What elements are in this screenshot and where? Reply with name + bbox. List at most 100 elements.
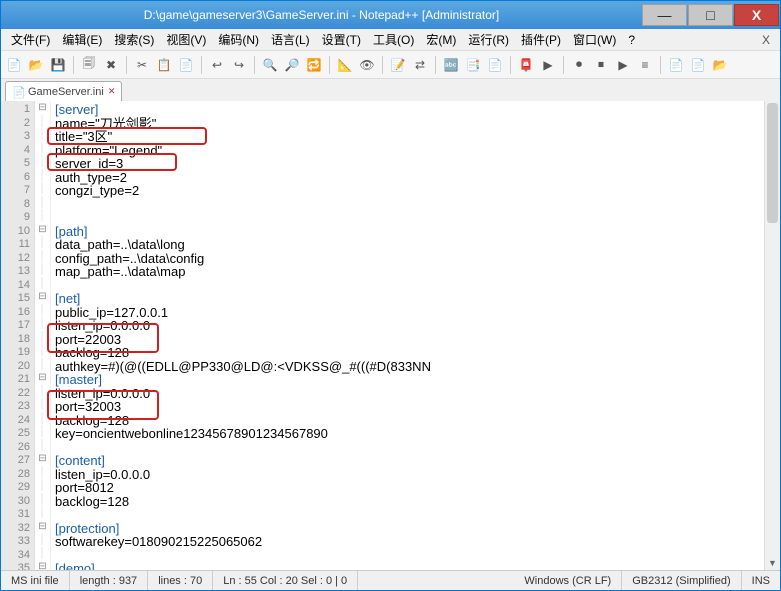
menu-window[interactable]: 窗口(W) [567,29,622,50]
code-line[interactable]: authkey=#)(@((EDLL@PP330@LD@:<VDKSS@_#((… [55,360,780,374]
scroll-thumb[interactable] [767,103,778,223]
toolbar-button-8[interactable]: ↩ [208,56,226,74]
code-line[interactable]: listen_ip=0.0.0.0 [55,468,780,482]
menu-plugins[interactable]: 插件(P) [515,29,567,50]
code-line[interactable]: listen_ip=0.0.0.0 [55,387,780,401]
code-line[interactable]: public_ip=127.0.0.1 [55,306,780,320]
menu-edit[interactable]: 编辑(E) [56,29,108,50]
menu-view[interactable]: 视图(V) [160,29,212,50]
toolbar-button-1[interactable]: 📂 [27,56,45,74]
code-line[interactable]: backlog=128 [55,495,780,509]
toolbar-button-16[interactable]: ⇄ [411,56,429,74]
menu-encoding[interactable]: 编码(N) [212,29,265,50]
code-line[interactable]: title="3区" [55,130,780,144]
editor-area[interactable]: 1234567891011121314151617181920212223242… [1,101,780,570]
code-line[interactable]: platform="Legend" [55,144,780,158]
toolbar-button-2[interactable]: 💾 [49,56,67,74]
code-line[interactable] [55,508,780,522]
fold-toggle-icon[interactable]: ⊟ [35,101,50,115]
code-line[interactable]: [master] [55,373,780,387]
toolbar-button-27[interactable]: 📄 [689,56,707,74]
fold-line: │ [35,385,50,399]
toolbar-button-0[interactable]: 📄 [5,56,23,74]
toolbar-button-6[interactable]: 📋 [155,56,173,74]
code-line[interactable]: map_path=..\data\map [55,265,780,279]
fold-toggle-icon[interactable]: ⊟ [35,290,50,304]
fold-line: │ [35,358,50,372]
tab-gameserver-ini[interactable]: 📄 GameServer.ini ✕ [5,81,122,101]
code-line[interactable] [55,279,780,293]
code-line[interactable]: congzi_type=2 [55,184,780,198]
code-line[interactable]: name="刀光剑影" [55,117,780,131]
fold-toggle-icon[interactable]: ⊟ [35,223,50,237]
code-line[interactable]: server_id=3 [55,157,780,171]
menu-help[interactable]: ? [622,31,641,49]
toolbar-button-28[interactable]: 📂 [711,56,729,74]
fold-line: │ [35,398,50,412]
code-line[interactable]: backlog=128 [55,346,780,360]
fold-toggle-icon[interactable]: ⊟ [35,452,50,466]
code-line[interactable]: [protection] [55,522,780,536]
scroll-down-icon[interactable]: ▼ [765,556,780,570]
toolbar-button-24[interactable]: ▶ [614,56,632,74]
toolbar-button-13[interactable]: 📐 [336,56,354,74]
minimize-button[interactable]: — [642,4,687,26]
code-line[interactable]: softwarekey=018090215225065062 [55,535,780,549]
toolbar-button-10[interactable]: 🔍 [261,56,279,74]
toolbar-button-23[interactable]: ⏹ [592,56,610,74]
fold-toggle-icon[interactable]: ⊟ [35,520,50,534]
code-line[interactable] [55,549,780,563]
toolbar-button-4[interactable]: ✖ [102,56,120,74]
code-line[interactable]: data_path=..\data\long [55,238,780,252]
code-line[interactable]: [content] [55,454,780,468]
code-line[interactable]: [server] [55,103,780,117]
toolbar-button-25[interactable]: ≡ [636,56,654,74]
toolbar-button-17[interactable]: 🔤 [442,56,460,74]
fold-toggle-icon[interactable]: ⊟ [35,371,50,385]
code-line[interactable]: config_path=..\data\config [55,252,780,266]
code-line[interactable]: auth_type=2 [55,171,780,185]
code-line[interactable]: port=32003 [55,400,780,414]
fold-line: │ [35,547,50,561]
menu-close-x[interactable]: X [756,31,776,49]
close-button[interactable]: X [734,4,779,26]
code-line[interactable] [55,198,780,212]
tab-close-icon[interactable]: ✕ [108,86,116,97]
toolbar-button-3[interactable]: 🗐 [80,56,98,74]
code-line[interactable]: [demo] [55,562,780,570]
toolbar-button-26[interactable]: 📄 [667,56,685,74]
menu-language[interactable]: 语言(L) [265,29,316,50]
menu-tools[interactable]: 工具(O) [367,29,420,50]
code-content[interactable]: [server]name="刀光剑影"title="3区"platform="L… [51,101,780,570]
menu-search[interactable]: 搜索(S) [108,29,160,50]
toolbar-button-5[interactable]: ✂ [133,56,151,74]
code-line[interactable]: backlog=128 [55,414,780,428]
maximize-button[interactable]: □ [688,4,733,26]
menu-run[interactable]: 运行(R) [462,29,515,50]
toolbar-separator [329,56,330,74]
toolbar-button-12[interactable]: 🔁 [305,56,323,74]
toolbar-button-9[interactable]: ↪ [230,56,248,74]
toolbar-button-22[interactable]: ⏺ [570,56,588,74]
menu-macro[interactable]: 宏(M) [420,29,462,50]
menu-file[interactable]: 文件(F) [5,29,56,50]
toolbar-button-19[interactable]: 📄 [486,56,504,74]
toolbar-button-20[interactable]: 📮 [517,56,535,74]
toolbar-button-11[interactable]: 🔎 [283,56,301,74]
fold-toggle-icon[interactable]: ⊟ [35,560,50,570]
toolbar-button-18[interactable]: 📑 [464,56,482,74]
toolbar-button-21[interactable]: ▶ [539,56,557,74]
menu-settings[interactable]: 设置(T) [316,29,367,50]
code-line[interactable]: port=8012 [55,481,780,495]
code-line[interactable]: key=oncientwebonline12345678901234567890 [55,427,780,441]
toolbar-button-14[interactable]: 👁 [358,56,376,74]
code-line[interactable]: listen_ip=0.0.0.0 [55,319,780,333]
code-line[interactable]: [net] [55,292,780,306]
toolbar-button-15[interactable]: 📝 [389,56,407,74]
code-line[interactable]: port=22003 [55,333,780,347]
vertical-scrollbar[interactable]: ▲ ▼ [764,101,780,570]
code-line[interactable]: [path] [55,225,780,239]
code-line[interactable] [55,211,780,225]
toolbar-button-7[interactable]: 📄 [177,56,195,74]
code-line[interactable] [55,441,780,455]
